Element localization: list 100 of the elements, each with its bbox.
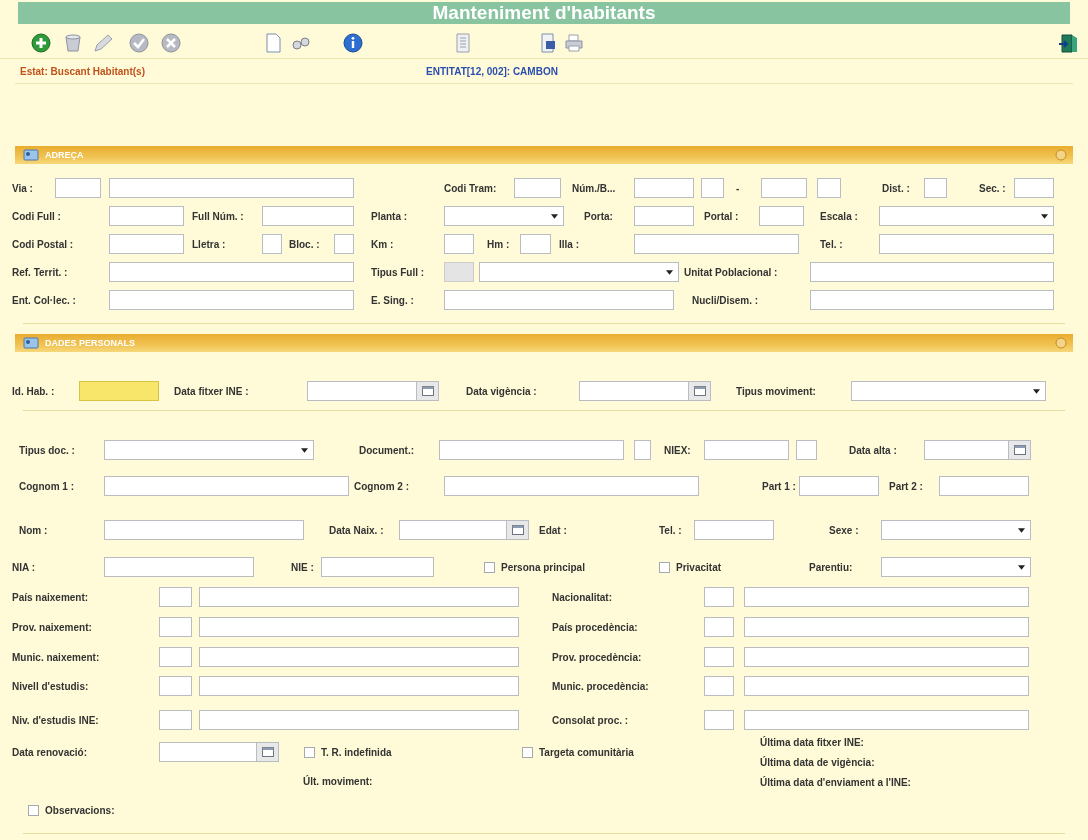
calendar-button[interactable] <box>507 520 529 540</box>
text-field[interactable] <box>701 178 724 198</box>
text-field[interactable] <box>799 476 879 496</box>
text-field[interactable] <box>704 676 734 696</box>
text-field[interactable] <box>159 676 192 696</box>
text-field[interactable] <box>924 178 947 198</box>
text-field[interactable] <box>109 290 354 310</box>
text-field[interactable] <box>199 587 519 607</box>
field-label: Últ. moviment: <box>303 775 373 787</box>
text-field[interactable] <box>634 206 694 226</box>
text-field[interactable] <box>159 587 192 607</box>
dropdown[interactable] <box>851 381 1046 401</box>
caret-icon <box>1041 213 1048 219</box>
text-field[interactable] <box>199 676 519 696</box>
cancel-circle-icon[interactable] <box>160 32 182 54</box>
text-field[interactable] <box>262 206 354 226</box>
text-field[interactable] <box>761 178 807 198</box>
date-field[interactable] <box>399 520 507 540</box>
calendar-button[interactable] <box>257 742 279 762</box>
text-field[interactable] <box>104 520 304 540</box>
text-field[interactable] <box>704 617 734 637</box>
dropdown[interactable] <box>881 557 1031 577</box>
text-field[interactable] <box>634 234 799 254</box>
text-field[interactable] <box>321 557 434 577</box>
calendar-icon <box>421 386 434 396</box>
text-field[interactable] <box>159 647 192 667</box>
text-field[interactable] <box>109 178 354 198</box>
dropdown[interactable] <box>444 206 564 226</box>
text-field[interactable] <box>704 440 789 460</box>
checkbox[interactable] <box>484 561 495 573</box>
text-field[interactable] <box>810 262 1054 282</box>
info-label: Última data de vigència: <box>760 755 876 770</box>
field-label: País naixement: <box>12 591 90 603</box>
text-field[interactable] <box>109 262 354 282</box>
add-icon[interactable] <box>30 32 52 54</box>
text-field[interactable] <box>199 647 519 667</box>
text-field[interactable] <box>704 647 734 667</box>
dropdown[interactable] <box>104 440 314 460</box>
field-label: Codi Postal : <box>12 238 75 250</box>
text-field[interactable] <box>262 234 282 254</box>
date-field[interactable] <box>579 381 689 401</box>
text-field[interactable] <box>104 476 349 496</box>
text-field[interactable] <box>759 206 804 226</box>
text-field[interactable] <box>634 440 651 460</box>
date-field[interactable] <box>924 440 1009 460</box>
info-icon[interactable] <box>342 32 364 54</box>
text-field[interactable] <box>1014 178 1054 198</box>
text-field[interactable] <box>879 234 1054 254</box>
trash-icon[interactable] <box>62 32 84 54</box>
text-field[interactable] <box>104 557 254 577</box>
text-field[interactable] <box>334 234 354 254</box>
text-field[interactable] <box>159 617 192 637</box>
text-field[interactable] <box>444 234 474 254</box>
date-field[interactable] <box>307 381 417 401</box>
field-label: Nom : <box>19 524 49 536</box>
text-field[interactable] <box>704 710 734 730</box>
text-field[interactable] <box>704 587 734 607</box>
field-label: Data Naix. : <box>329 524 385 536</box>
text-field[interactable] <box>694 520 774 540</box>
text-field[interactable] <box>159 710 192 730</box>
calendar-button[interactable] <box>689 381 711 401</box>
field-label: Munic. naixement: <box>12 651 101 663</box>
text-field[interactable] <box>744 710 1029 730</box>
text-field[interactable] <box>439 440 624 460</box>
text-field[interactable] <box>199 710 519 730</box>
text-field[interactable] <box>444 290 674 310</box>
text-field[interactable] <box>817 178 841 198</box>
checkbox[interactable] <box>659 561 670 573</box>
pencil-icon[interactable] <box>92 32 114 54</box>
text-field[interactable] <box>109 234 184 254</box>
field-label: NIE : <box>291 561 315 573</box>
collapse-icon[interactable] <box>1055 149 1067 161</box>
dropdown[interactable] <box>879 206 1054 226</box>
text-field[interactable] <box>514 178 561 198</box>
text-field[interactable] <box>939 476 1029 496</box>
text-field[interactable] <box>79 381 159 401</box>
dropdown[interactable] <box>479 262 679 282</box>
checkbox[interactable] <box>28 804 39 816</box>
text-field[interactable] <box>520 234 551 254</box>
text-field[interactable] <box>810 290 1054 310</box>
checkbox[interactable] <box>304 746 315 758</box>
text-field[interactable] <box>796 440 817 460</box>
collapse-icon[interactable] <box>1055 337 1067 349</box>
text-field[interactable] <box>109 206 184 226</box>
calendar-icon <box>1013 445 1026 455</box>
text-field[interactable] <box>744 647 1029 667</box>
checkbox[interactable] <box>522 746 533 758</box>
text-field[interactable] <box>444 476 699 496</box>
calendar-button[interactable] <box>417 381 439 401</box>
date-field[interactable] <box>159 742 257 762</box>
text-field[interactable] <box>744 676 1029 696</box>
text-field[interactable] <box>199 617 519 637</box>
text-field[interactable] <box>744 587 1029 607</box>
check-circle-icon[interactable] <box>128 32 150 54</box>
dropdown[interactable] <box>881 520 1031 540</box>
text-field[interactable] <box>634 178 694 198</box>
text-field[interactable] <box>55 178 101 198</box>
calendar-button[interactable] <box>1009 440 1031 460</box>
text-field[interactable] <box>744 617 1029 637</box>
exit-door-icon[interactable] <box>1058 32 1080 54</box>
